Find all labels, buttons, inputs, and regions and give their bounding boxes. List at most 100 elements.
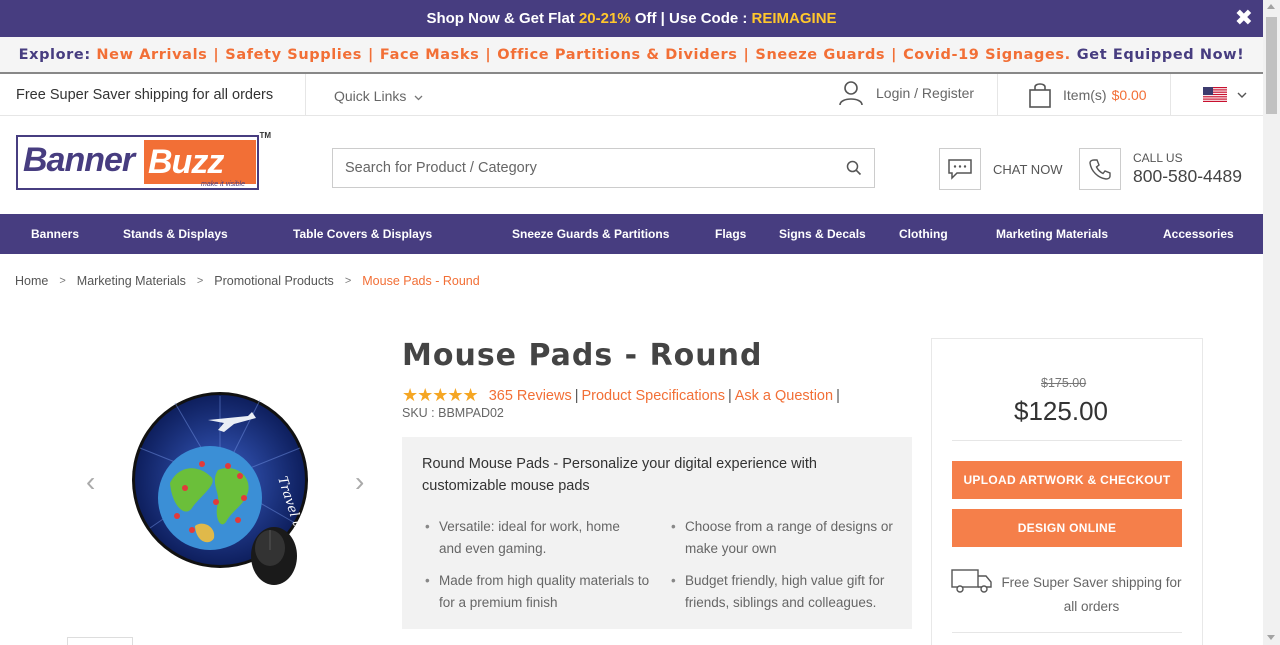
nav-item-table-covers[interactable]: Table Covers & Displays [293, 227, 432, 241]
product-image[interactable]: Travel the world! [130, 388, 324, 588]
nav-item-stands-displays[interactable]: Stands & Displays [123, 227, 228, 241]
upload-artwork-checkout-button[interactable]: UPLOAD ARTWORK & CHECKOUT [952, 461, 1182, 499]
explore-bar: Explore: New Arrivals | Safety Supplies … [0, 37, 1263, 74]
divider [1170, 74, 1171, 116]
separator: | [727, 387, 732, 404]
nav-item-marketing-materials[interactable]: Marketing Materials [996, 227, 1108, 241]
cart-label: Item(s) [1063, 87, 1107, 103]
breadcrumb-current: Mouse Pads - Round [362, 274, 480, 288]
chevron-down-icon [414, 95, 423, 101]
promo-code: REIMAGINE [751, 10, 837, 27]
user-icon [839, 81, 863, 106]
promo-middle: Off | Use Code : [630, 10, 752, 27]
explore-label: Explore: [18, 46, 91, 63]
separator: | [574, 387, 579, 404]
separator: | [485, 46, 492, 63]
scroll-down-arrow-icon[interactable] [1267, 635, 1275, 640]
site-header: Banner Buzz make it visible TM CHAT NOW … [0, 116, 1263, 214]
close-icon[interactable]: ✖ [1235, 6, 1253, 30]
product-title: Mouse Pads - Round [402, 338, 763, 373]
logo-tagline: make it visible [201, 181, 245, 188]
truck-icon [951, 569, 992, 593]
breadcrumb-marketing-materials[interactable]: Marketing Materials [77, 274, 186, 288]
shipping-notice: Free Super Saver shipping for all orders [16, 86, 274, 103]
scrollbar-thumb[interactable] [1266, 17, 1277, 114]
feature-item: Made from high quality materials to for … [425, 570, 651, 614]
search-bar [332, 148, 875, 188]
divider [952, 632, 1182, 633]
quick-links-label: Quick Links [334, 88, 407, 104]
nav-item-banners[interactable]: Banners [31, 227, 79, 241]
utility-bar: Free Super Saver shipping for all orders… [0, 74, 1263, 116]
call-us-text: CALL US 800-580-4489 [1133, 151, 1242, 187]
breadcrumb-arrow: > [196, 275, 204, 287]
divider [305, 74, 306, 116]
promo-discount: 20-21% [578, 10, 631, 27]
carousel-next-icon[interactable]: › [355, 468, 364, 496]
search-input[interactable] [333, 149, 834, 187]
ask-question-link[interactable]: Ask a Question [735, 388, 833, 404]
cart-link[interactable]: Item(s) $0.00 [1029, 82, 1147, 108]
phone-icon [1079, 148, 1121, 190]
breadcrumb-arrow: > [59, 275, 66, 287]
product-sku: SKU : BBMPAD02 [402, 406, 504, 420]
scroll-up-arrow-icon[interactable] [1267, 4, 1275, 9]
nav-item-accessories[interactable]: Accessories [1163, 227, 1234, 241]
explore-dot: . [1064, 46, 1071, 63]
bannerbuzz-logo[interactable]: Banner Buzz make it visible TM [16, 131, 271, 190]
quick-links-dropdown[interactable]: Quick Links [334, 88, 423, 104]
nav-item-sneeze-guards[interactable]: Sneeze Guards & Partitions [512, 227, 669, 241]
product-rating: ★★★★★ 365 Reviews | Product Specificatio… [402, 385, 843, 406]
us-flag-icon [1203, 87, 1227, 102]
page-scrollbar[interactable] [1263, 0, 1280, 645]
chat-icon [939, 148, 981, 190]
main-nav: Banners Stands & Displays Table Covers &… [0, 214, 1263, 254]
chevron-down-icon [1237, 92, 1247, 98]
carousel-prev-icon[interactable]: ‹ [86, 468, 95, 496]
chat-now-button[interactable]: CHAT NOW [939, 148, 1063, 190]
chat-now-label: CHAT NOW [993, 161, 1063, 177]
page: Shop Now & Get Flat 20-21% Off | Use Cod… [0, 0, 1263, 645]
product-description: Round Mouse Pads - Personalize your digi… [402, 437, 912, 629]
login-register-link[interactable]: Login / Register [838, 80, 974, 106]
reviews-link[interactable]: 365 Reviews [489, 388, 572, 404]
breadcrumb-promotional-products[interactable]: Promotional Products [214, 274, 334, 288]
promo-prefix: Shop Now & Get Flat [426, 10, 579, 27]
breadcrumb: Home > Marketing Materials > Promotional… [15, 274, 480, 288]
divider [952, 440, 1182, 441]
separator: | [743, 46, 750, 63]
divider [997, 74, 998, 116]
feature-item: Versatile: ideal for work, home and even… [425, 516, 639, 560]
feature-item: Choose from a range of designs or make y… [671, 516, 895, 560]
separator: | [836, 387, 840, 404]
logo-text-buzz: Buzz [144, 140, 256, 184]
nav-item-signs-decals[interactable]: Signs & Decals [779, 227, 866, 241]
explore-tagline: Get Equipped Now! [1076, 46, 1245, 63]
explore-link-sneeze-guards[interactable]: Sneeze Guards [755, 47, 885, 63]
search-icon[interactable] [834, 160, 874, 176]
separator: | [368, 46, 374, 63]
design-online-button[interactable]: DESIGN ONLINE [952, 509, 1182, 547]
original-price: $175.00 [1041, 376, 1087, 390]
free-shipping-text: Free Super Saver shipping for all orders [1001, 575, 1182, 614]
product-thumbnail[interactable] [67, 637, 133, 645]
call-us[interactable]: CALL US 800-580-4489 [1079, 148, 1242, 190]
explore-link-covid-signages[interactable]: Covid-19 Signages [903, 47, 1065, 63]
separator: | [213, 46, 220, 63]
feature-item: Budget friendly, high value gift for fri… [671, 570, 900, 614]
explore-link-safety-supplies[interactable]: Safety Supplies [225, 47, 362, 63]
country-selector[interactable] [1203, 87, 1247, 102]
promo-bar: Shop Now & Get Flat 20-21% Off | Use Cod… [0, 0, 1263, 37]
explore-link-office-partitions[interactable]: Office Partitions & Dividers [497, 47, 737, 63]
login-label: Login / Register [876, 85, 975, 101]
product-specifications-link[interactable]: Product Specifications [581, 388, 724, 404]
breadcrumb-home[interactable]: Home [15, 274, 48, 288]
nav-item-flags[interactable]: Flags [715, 227, 746, 241]
separator: | [891, 46, 898, 63]
explore-link-new-arrivals[interactable]: New Arrivals [96, 47, 207, 63]
explore-link-face-masks[interactable]: Face Masks [380, 47, 479, 63]
nav-item-clothing[interactable]: Clothing [899, 227, 948, 241]
breadcrumb-arrow: > [344, 275, 352, 287]
logo-trademark: TM [259, 131, 271, 140]
description-heading: Round Mouse Pads - Personalize your digi… [422, 456, 817, 494]
